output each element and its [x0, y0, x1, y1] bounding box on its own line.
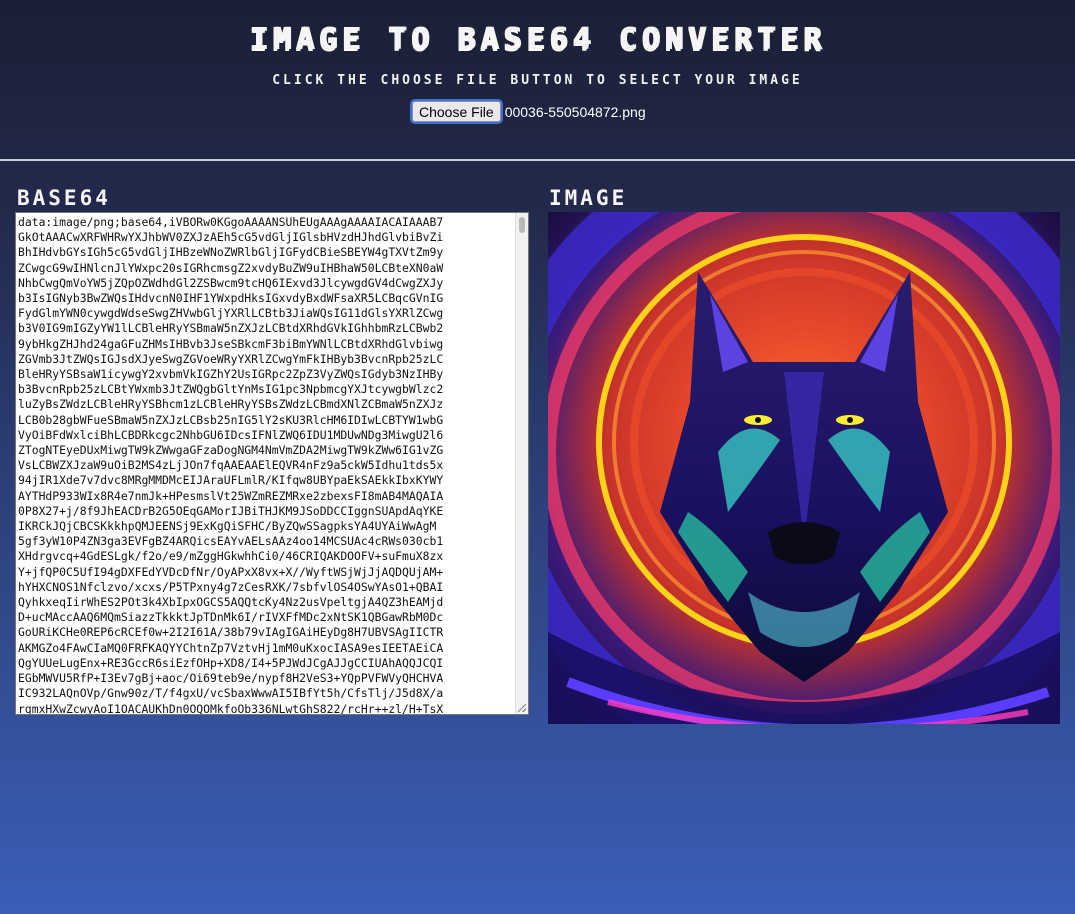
page-title: IMAGE TO BASE64 CONVERTER — [249, 22, 826, 57]
page-subtitle: CLICK THE CHOOSE FILE BUTTON TO SELECT Y… — [272, 73, 803, 88]
divider — [0, 159, 1075, 161]
base64-label: BASE64 — [17, 186, 111, 210]
header: IMAGE TO BASE64 CONVERTER CLICK THE CHOO… — [0, 0, 1075, 160]
base64-output[interactable]: data:image/png;base64,iVBORw0KGgoAAAANSU… — [16, 213, 528, 714]
textarea-scrollbar[interactable] — [515, 213, 528, 714]
image-label: IMAGE — [549, 186, 628, 210]
base64-textarea[interactable]: data:image/png;base64,iVBORw0KGgoAAAANSU… — [15, 212, 529, 715]
file-input[interactable]: Choose File 00036-550504872.png — [412, 101, 646, 122]
wolf-image — [548, 212, 1060, 724]
resize-grip-icon[interactable] — [518, 704, 526, 712]
selected-file-name: 00036-550504872.png — [504, 103, 646, 120]
scrollbar-thumb[interactable] — [519, 217, 525, 233]
choose-file-button[interactable]: Choose File — [412, 101, 501, 122]
image-preview — [548, 212, 1060, 724]
